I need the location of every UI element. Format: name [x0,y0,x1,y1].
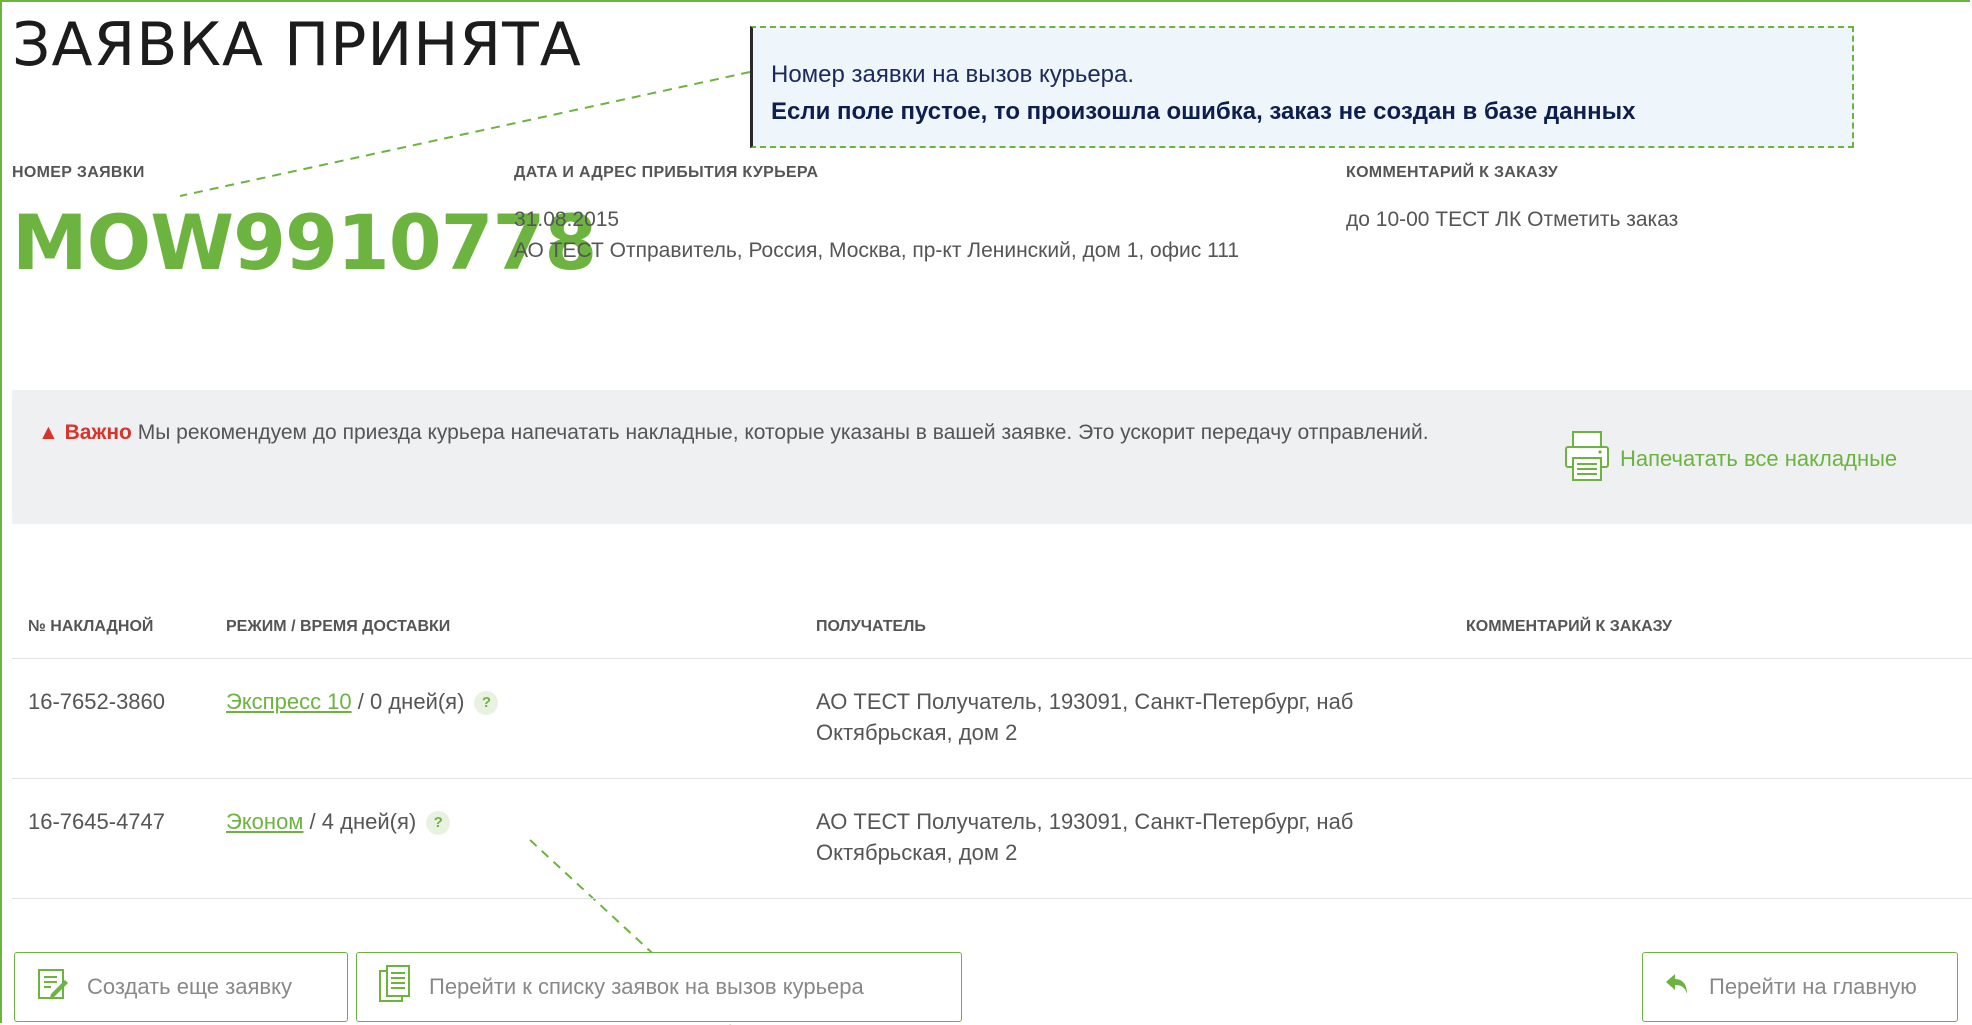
mode-link[interactable]: Эконом [226,809,303,834]
print-all-label: Напечатать все накладные [1620,446,1898,471]
recipient-value: АО ТЕСТ Получатель, 193091, Санкт-Петерб… [816,809,1354,865]
order-number: MOW9910778 [12,198,597,287]
waybill-number: 16-7645-4747 [28,809,166,834]
table-row-divider [12,898,1972,899]
notice-message: Мы рекомендуем до приезда курьера напеча… [137,421,1429,444]
list-button-label: Перейти к списку заявок на вызов курьера [429,974,864,999]
annotation-callout: Номер заявки на вызов курьера. Если поле… [750,26,1854,148]
date-address-label: ДАТА И АДРЕС ПРИБЫТИЯ КУРЬЕРА [514,164,819,181]
important-notice: ▲ Важно Мы рекомендуем до приезда курьер… [12,390,1972,524]
order-number-label: НОМЕР ЗАЯВКИ [12,164,145,181]
create-button-label: Создать еще заявку [87,974,292,999]
order-comment-label: КОММЕНТАРИЙ К ЗАКАЗУ [1346,164,1559,181]
printer-icon [1564,430,1610,488]
help-icon[interactable]: ? [426,811,451,836]
notice-important-label: Важно [64,421,132,444]
column-header-mode: РЕЖИМ / ВРЕМЯ ДОСТАВКИ [226,618,451,635]
delivery-mode: Экспресс 10 / 0 дней(я)? [226,686,499,717]
waybill-number: 16-7652-3860 [28,689,166,714]
callout-line-1: Номер заявки на вызов курьера. [771,61,1135,88]
back-arrow-icon [1663,969,1693,1005]
recipient-value: АО ТЕСТ Получатель, 193091, Санкт-Петерб… [816,689,1354,745]
go-to-home-button[interactable]: Перейти на главную [1642,952,1958,1022]
create-another-request-button[interactable]: Создать еще заявку [14,952,348,1022]
documents-list-icon [377,964,413,1010]
warning-triangle-icon: ▲ [38,421,59,444]
table-row-divider [12,778,1972,779]
help-icon[interactable]: ? [474,691,499,716]
go-to-requests-list-button[interactable]: Перейти к списку заявок на вызов курьера [356,952,962,1022]
delivery-time: / 0 дней(я) [351,689,465,714]
order-comment-value: до 10-00 ТЕСТ ЛК Отметить заказ [1346,208,1679,231]
page-title: ЗАЯВКА ПРИНЯТА [12,10,582,80]
delivery-mode: Эконом / 4 дней(я)? [226,806,451,837]
column-header-waybill: № НАКЛАДНОЙ [28,618,154,635]
arrival-address: АО ТЕСТ Отправитель, Россия, Москва, пр-… [514,239,1239,262]
print-all-waybills-button[interactable]: Напечатать все накладные [1564,430,1897,488]
date-address-value: 31.08.2015 АО ТЕСТ Отправитель, Россия, … [514,204,1294,266]
column-header-recipient: ПОЛУЧАТЕЛЬ [816,618,926,635]
home-button-label: Перейти на главную [1709,974,1917,999]
column-header-comment: КОММЕНТАРИЙ К ЗАКАЗУ [1466,618,1673,635]
mode-link[interactable]: Экспресс 10 [226,689,352,714]
callout-line-2: Если поле пустое, то произошла ошибка, з… [771,98,1636,125]
table-header-divider [12,658,1972,659]
edit-document-icon [35,966,71,1008]
arrival-date: 31.08.2015 [514,208,620,231]
notice-text: ▲ Важно Мы рекомендуем до приезда курьер… [38,416,1518,449]
delivery-time: / 4 дней(я) [303,809,417,834]
